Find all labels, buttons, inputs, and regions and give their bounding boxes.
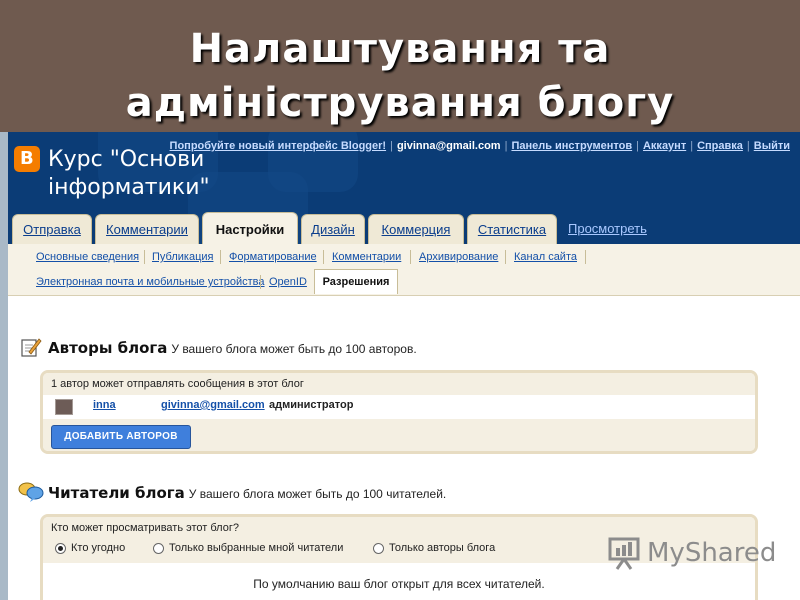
user-email: givinna@gmail.com [396, 140, 501, 152]
help-link[interactable]: Справка [697, 140, 743, 152]
tab-settings[interactable]: Настройки [202, 212, 298, 244]
authors-panel-header: 1 автор может отправлять сообщения в это… [43, 373, 755, 395]
readers-question: Кто может просматривать этот блог? [51, 522, 239, 534]
readers-section-title: Читатели блога У вашего блога может быть … [48, 484, 446, 502]
authors-title: Авторы блога [48, 339, 168, 357]
tab-monetize[interactable]: Коммерция [368, 214, 464, 244]
tab-comments[interactable]: Комментарии [95, 214, 199, 244]
readers-title: Читатели блога [48, 484, 185, 502]
subnav-openid[interactable]: OpenID [269, 271, 307, 293]
authors-panel: 1 автор может отправлять сообщения в это… [40, 370, 758, 454]
readers-default-text: По умолчанию ваш блог открыт для всех чи… [253, 577, 545, 591]
slide-title-line-1: Налаштування та [189, 26, 611, 72]
subnav-row-1: Основные сведения Публикация Форматирова… [8, 246, 800, 270]
edit-pencil-icon [21, 338, 42, 357]
subnav-archiving[interactable]: Архивирование [419, 246, 498, 268]
tab-stats[interactable]: Статистика [467, 214, 557, 244]
author-name-link[interactable]: inna [93, 399, 116, 411]
readers-chat-icon [18, 482, 44, 502]
radio-selected-readers[interactable] [153, 543, 164, 554]
radio-anyone[interactable] [55, 543, 66, 554]
author-role: администратор [269, 399, 354, 411]
readers-options: Кто угодно Только выбранные мной читател… [51, 541, 751, 559]
settings-subnav: Основные сведения Публикация Форматирова… [8, 244, 800, 296]
blogger-header: B Курс "Основи інформатики" Попробуйте н… [8, 132, 800, 244]
readers-note: У вашего блога может быть до 100 читател… [188, 487, 447, 501]
subnav-row-2: Электронная почта и мобильные устройства… [8, 269, 800, 295]
presentation-icon [608, 537, 640, 570]
try-new-interface-link[interactable]: Попробуйте новый интерфейс Blogger! [170, 140, 387, 152]
blogger-screenshot: B Курс "Основи інформатики" Попробуйте н… [0, 132, 800, 600]
radio-anyone-label: Кто угодно [71, 542, 126, 554]
slide-title-bar: Налаштування та адміністрування блогу [0, 0, 800, 132]
view-blog-link[interactable]: Просмотреть блог [568, 214, 647, 244]
subnav-permissions[interactable]: Разрешения [314, 269, 398, 294]
dashboard-link[interactable]: Панель инструментов [511, 140, 632, 152]
subnav-site-feed[interactable]: Канал сайта [514, 246, 577, 268]
blog-name: Курс "Основи інформатики" [48, 147, 210, 200]
window-edge [0, 132, 8, 600]
tab-posting[interactable]: Отправка [12, 214, 92, 244]
blogger-logo-icon[interactable]: B [14, 146, 40, 172]
authors-section-title: Авторы блога У вашего блога может быть до… [48, 339, 417, 357]
subnav-publishing[interactable]: Публикация [152, 246, 213, 268]
watermark-text: MyShared [647, 538, 777, 568]
authors-note: У вашего блога может быть до 100 авторов… [171, 342, 417, 356]
slide-title-line-2: адміністрування блогу [125, 80, 675, 126]
radio-selected-readers-label: Только выбранные мной читатели [169, 542, 344, 554]
logout-link[interactable]: Выйти [754, 140, 790, 152]
account-link[interactable]: Аккаунт [643, 140, 686, 152]
add-authors-button[interactable]: ДОБАВИТЬ АВТОРОВ [51, 425, 191, 449]
subnav-email-mobile[interactable]: Электронная почта и мобильные устройства [36, 271, 265, 293]
tab-design[interactable]: Дизайн [301, 214, 365, 244]
top-navigation: Попробуйте новый интерфейс Blogger! | givi… [169, 140, 790, 152]
subnav-comments[interactable]: Комментарии [332, 246, 401, 268]
radio-authors-only[interactable] [373, 543, 384, 554]
subnav-basic[interactable]: Основные сведения [36, 246, 139, 268]
author-row: inna givinna@gmail.com администратор [43, 395, 755, 419]
radio-authors-only-label: Только авторы блога [389, 542, 496, 554]
author-email-link[interactable]: givinna@gmail.com [161, 399, 265, 411]
subnav-formatting[interactable]: Форматирование [229, 246, 317, 268]
avatar [55, 399, 73, 415]
